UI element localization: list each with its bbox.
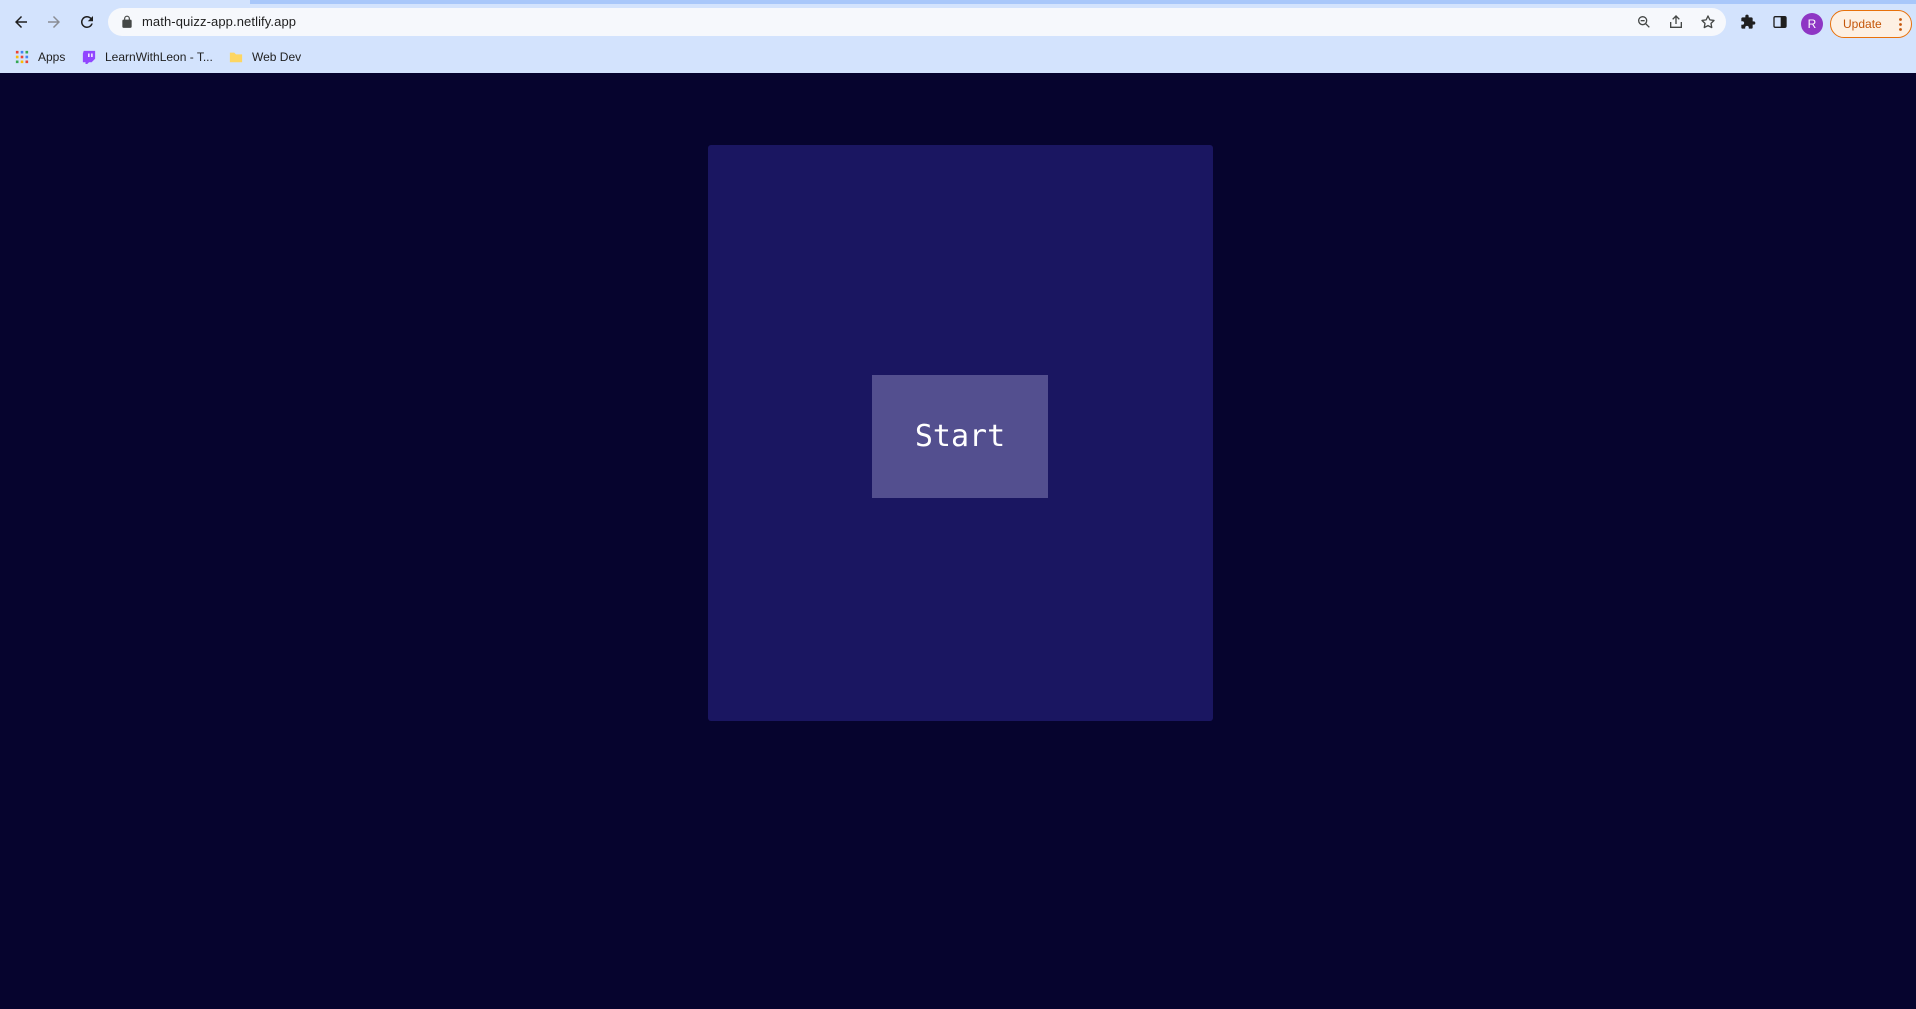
reload-button[interactable] [72,7,102,37]
extensions-puzzle-icon[interactable] [1738,12,1758,32]
browser-chrome: math-quizz-app.netlify.app R Update Apps… [0,0,1916,73]
apps-grid-icon [14,49,30,65]
browser-toolbar: math-quizz-app.netlify.app R Update [0,4,1916,40]
back-arrow-icon [15,16,27,28]
bookmark-learnwithleon[interactable]: LearnWithLeon - T... [81,46,213,68]
page-content: Start [0,73,1916,1009]
back-button[interactable] [6,7,36,37]
update-label: Update [1843,17,1882,31]
forward-arrow-icon [48,16,60,28]
folder-icon [228,49,244,65]
bookmarks-bar: Apps LearnWithLeon - T... Web Dev [0,40,1916,73]
reload-icon [80,15,93,28]
bookmark-label: Apps [38,50,66,64]
twitch-icon [81,49,97,65]
forward-button[interactable] [39,7,69,37]
side-panel-icon[interactable] [1770,12,1790,32]
profile-avatar[interactable]: R [1801,13,1823,35]
bookmark-web-dev[interactable]: Web Dev [228,46,301,68]
address-bar[interactable]: math-quizz-app.netlify.app [108,8,1726,36]
update-button[interactable]: Update [1830,10,1912,38]
zoom-icon[interactable] [1635,13,1653,31]
bookmark-label: Web Dev [252,50,302,64]
bookmark-label: LearnWithLeon - T... [105,50,213,64]
more-menu-icon [1899,18,1902,31]
quiz-card: Start [708,145,1213,721]
start-button[interactable]: Start [872,375,1048,498]
bookmark-star-icon[interactable] [1699,13,1717,31]
bookmark-apps[interactable]: Apps [14,46,65,68]
lock-icon [122,15,132,28]
url-text: math-quizz-app.netlify.app [142,14,297,29]
share-icon[interactable] [1667,13,1685,31]
